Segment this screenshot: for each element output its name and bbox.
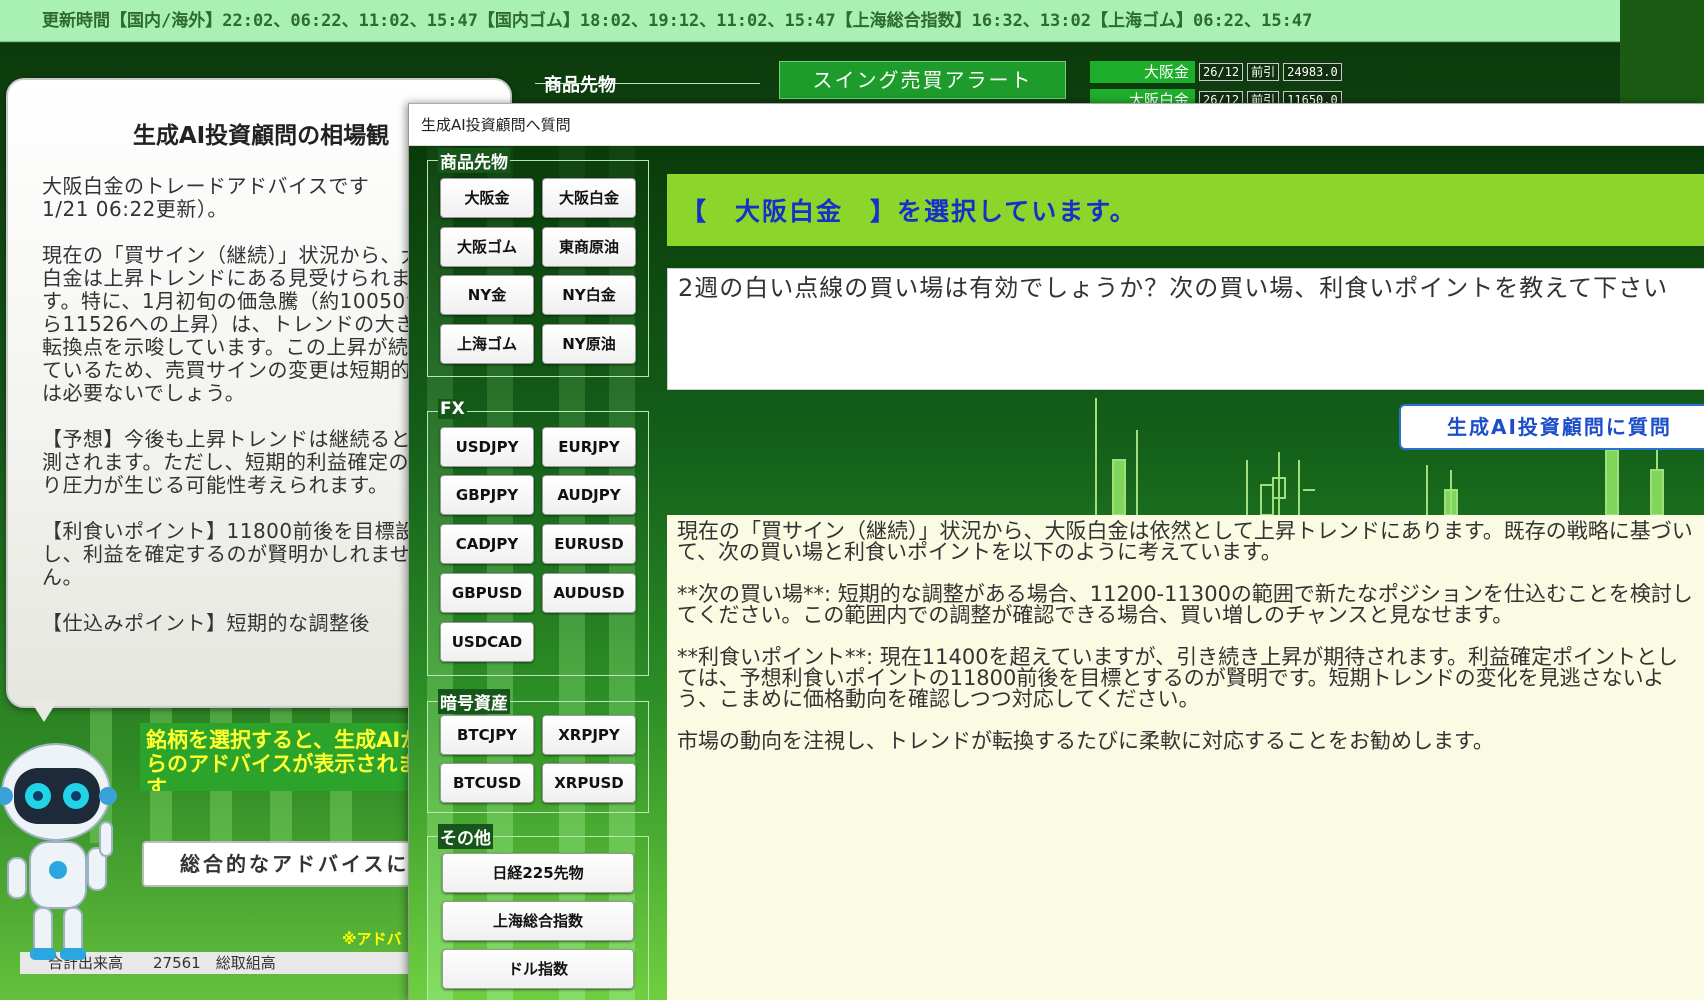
selection-text: 【 大阪白金 】を選択しています。 [681,197,1137,226]
btn-usdcad[interactable]: USDCAD [440,622,534,662]
btn-nikkei225-futures[interactable]: 日経225先物 [442,853,634,893]
quote-month: 26/12 [1199,63,1244,81]
quote-price: 24983.0 [1283,63,1342,81]
btn-osaka-gold[interactable]: 大阪金 [440,178,534,218]
crypto-group: 暗号資産 BTCJPY XRPJPY BTCUSD XRPUSD [427,689,649,813]
btn-osaka-rubber[interactable]: 大阪ゴム [440,227,534,267]
answer-paragraph: **次の買い場**: 短期的な調整がある場合、11200-11300の範囲で新た… [677,582,1693,627]
selection-banner: 【 大阪白金 】を選択しています。 [667,174,1704,246]
ask-ai-advisor-button[interactable]: 生成AI投資顧問に質問 [1399,404,1704,450]
btn-audusd[interactable]: AUDUSD [542,573,636,613]
btn-ny-gold[interactable]: NY金 [440,275,534,315]
fx-group: FX USDJPY EURJPY GBPJPY AUDJPY CADJPY EU… [427,399,649,676]
btn-shanghai-composite[interactable]: 上海総合指数 [442,901,634,941]
btn-dollar-index[interactable]: ドル指数 [442,949,634,989]
fx-group-label: FX [438,399,467,419]
btn-tocom-crude[interactable]: 東商原油 [542,227,636,267]
btn-usdjpy[interactable]: USDJPY [440,427,534,467]
speech-bubble-tail [30,700,58,722]
btn-osaka-platinum[interactable]: 大阪白金 [542,178,636,218]
advisor-text: 大阪白金のトレードアドバイスです 1/21 06:22更新）。 現在の「買サイン… [42,174,442,635]
btn-btcusd[interactable]: BTCUSD [440,763,534,803]
question-input[interactable]: 2週の白い点線の買い場は有効でしょうか？次の買い場、利食いポイントを教えて下さい [667,268,1704,390]
futures-group: 商品先物 大阪金 大阪白金 大阪ゴム 東商原油 NY金 NY白金 上海ゴム NY… [427,148,649,377]
crypto-group-label: 暗号資産 [438,689,510,714]
swing-alert-button[interactable]: スイング売買アラート [779,61,1066,99]
btn-xrpusd[interactable]: XRPUSD [542,763,636,803]
btn-ny-platinum[interactable]: NY白金 [542,275,636,315]
btn-eurjpy[interactable]: EURJPY [542,427,636,467]
btn-audjpy[interactable]: AUDJPY [542,475,636,515]
answer-paragraph: **利食いポイント**: 現在11400を超えていますが、引き続き上昇が期待され… [677,645,1678,711]
futures-group-label: 商品先物 [438,148,510,173]
btn-shanghai-rubber[interactable]: 上海ゴム [440,324,534,364]
quote-name: 大阪金 [1090,61,1195,83]
advice-note: ※アドバ [342,930,402,948]
btn-gbpjpy[interactable]: GBPJPY [440,475,534,515]
btn-btcjpy[interactable]: BTCJPY [440,715,534,755]
btn-gbpusd[interactable]: GBPUSD [440,573,534,613]
btn-ny-crude[interactable]: NY原油 [542,324,636,364]
dialog-title: 生成AI投資顧問へ質問 [409,104,1704,146]
dialog-body: 商品先物 大阪金 大阪白金 大阪ゴム 東商原油 NY金 NY白金 上海ゴム NY… [409,146,1704,1000]
answer-output: 現在の「買サイン（継続）」状況から、大阪白金は依然として上昇トレンドにあります。… [667,515,1704,1000]
btn-cadjpy[interactable]: CADJPY [440,524,534,564]
answer-paragraph: 現在の「買サイン（継続）」状況から、大阪白金は依然として上昇トレンドにあります。… [677,519,1693,564]
robot-mascot-icon [0,743,117,960]
other-group: その他 日経225先物 上海総合指数 ドル指数 [427,824,649,1000]
ai-question-dialog: 生成AI投資顧問へ質問 商品先物 大阪金 大阪白金 大阪ゴム 東商原油 NY金 … [408,103,1704,1000]
other-group-label: その他 [438,824,493,849]
general-advice-button[interactable]: 総合的なアドバイスに [142,841,432,887]
btn-xrpjpy[interactable]: XRPJPY [542,715,636,755]
section-label-futures: 商品先物 [544,75,616,96]
select-instruction-message: 銘柄を選択すると、生成AIからのアドバイスが表示されます [140,723,440,791]
update-times-bar: 更新時間【国内/海外】22:02、06:22、11:02、15:47【国内ゴム】… [0,0,1620,42]
answer-paragraph: 市場の動向を注視し、トレンドが転換するたびに柔軟に対応することをお勧めします。 [677,729,1494,753]
quote-type: 前引 [1247,63,1280,81]
quote-row: 大阪金 26/12 前引 24983.0 [1090,61,1342,83]
btn-eurusd[interactable]: EURUSD [542,524,636,564]
